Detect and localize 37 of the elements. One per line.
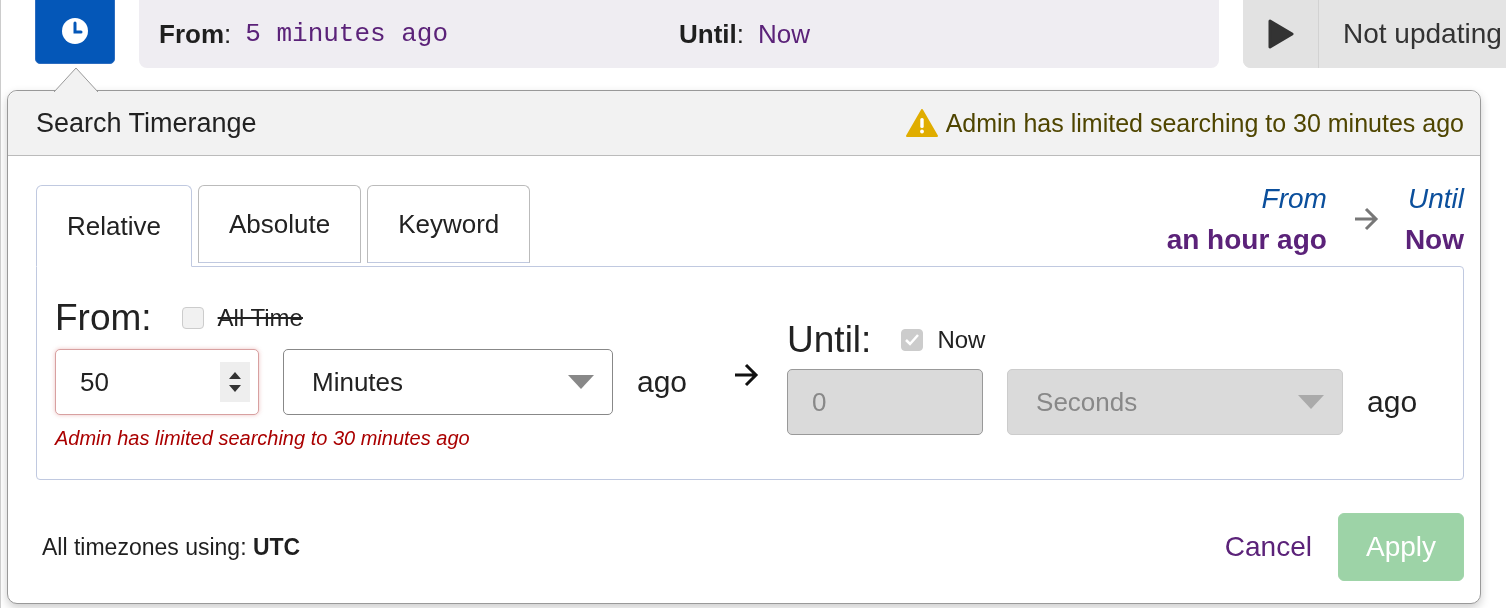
ago-label: ago [637, 365, 688, 399]
check-icon [905, 334, 920, 346]
popover-title: Search Timerange [36, 107, 257, 139]
limit-error: Admin has limited searching to 30 minutes ago [55, 427, 471, 450]
summary-from-label: From [1261, 182, 1327, 216]
caret-icon [1298, 395, 1325, 409]
from-heading: From: [55, 297, 152, 339]
update-status: Not updating [1342, 18, 1502, 50]
timezone-note: All timezones using: UTC [42, 533, 301, 561]
ago-label: ago [1367, 385, 1418, 419]
range-tab[interactable]: Keyword [367, 185, 531, 263]
until-label: Until: [679, 18, 744, 50]
all-time-label: All Time [217, 304, 303, 332]
limit-warning: Admin has limited searching to 30 minutes ago [945, 108, 1464, 138]
arrow-right-icon [1352, 207, 1379, 231]
range-tab[interactable]: Relative [36, 185, 192, 267]
warning-icon [905, 109, 938, 137]
now-checkbox[interactable] [901, 329, 924, 351]
clock-button[interactable] [35, 0, 115, 64]
now-label: Now [937, 326, 986, 354]
spinner-icon [220, 362, 250, 402]
play-button[interactable] [1243, 0, 1319, 68]
unit-dropdown[interactable]: Minutes [283, 349, 613, 415]
arrow-right-icon [733, 363, 760, 387]
cancel-button[interactable]: Cancel [1224, 531, 1312, 563]
from-value: 5 minutes ago [245, 19, 449, 49]
summary-until-label: Until [1408, 182, 1464, 216]
clock-icon [61, 17, 89, 45]
until-value: Now [758, 18, 810, 50]
caret-icon [568, 375, 594, 389]
amount-field[interactable]: 50 [55, 349, 259, 415]
summary-from-value: an hour ago [1166, 223, 1327, 257]
summary-until-value: Now [1404, 223, 1464, 257]
range-tab[interactable]: Absolute [197, 185, 362, 263]
from-label: From: [159, 18, 232, 50]
play-icon [1267, 19, 1294, 49]
until-heading: Until: [787, 319, 872, 361]
